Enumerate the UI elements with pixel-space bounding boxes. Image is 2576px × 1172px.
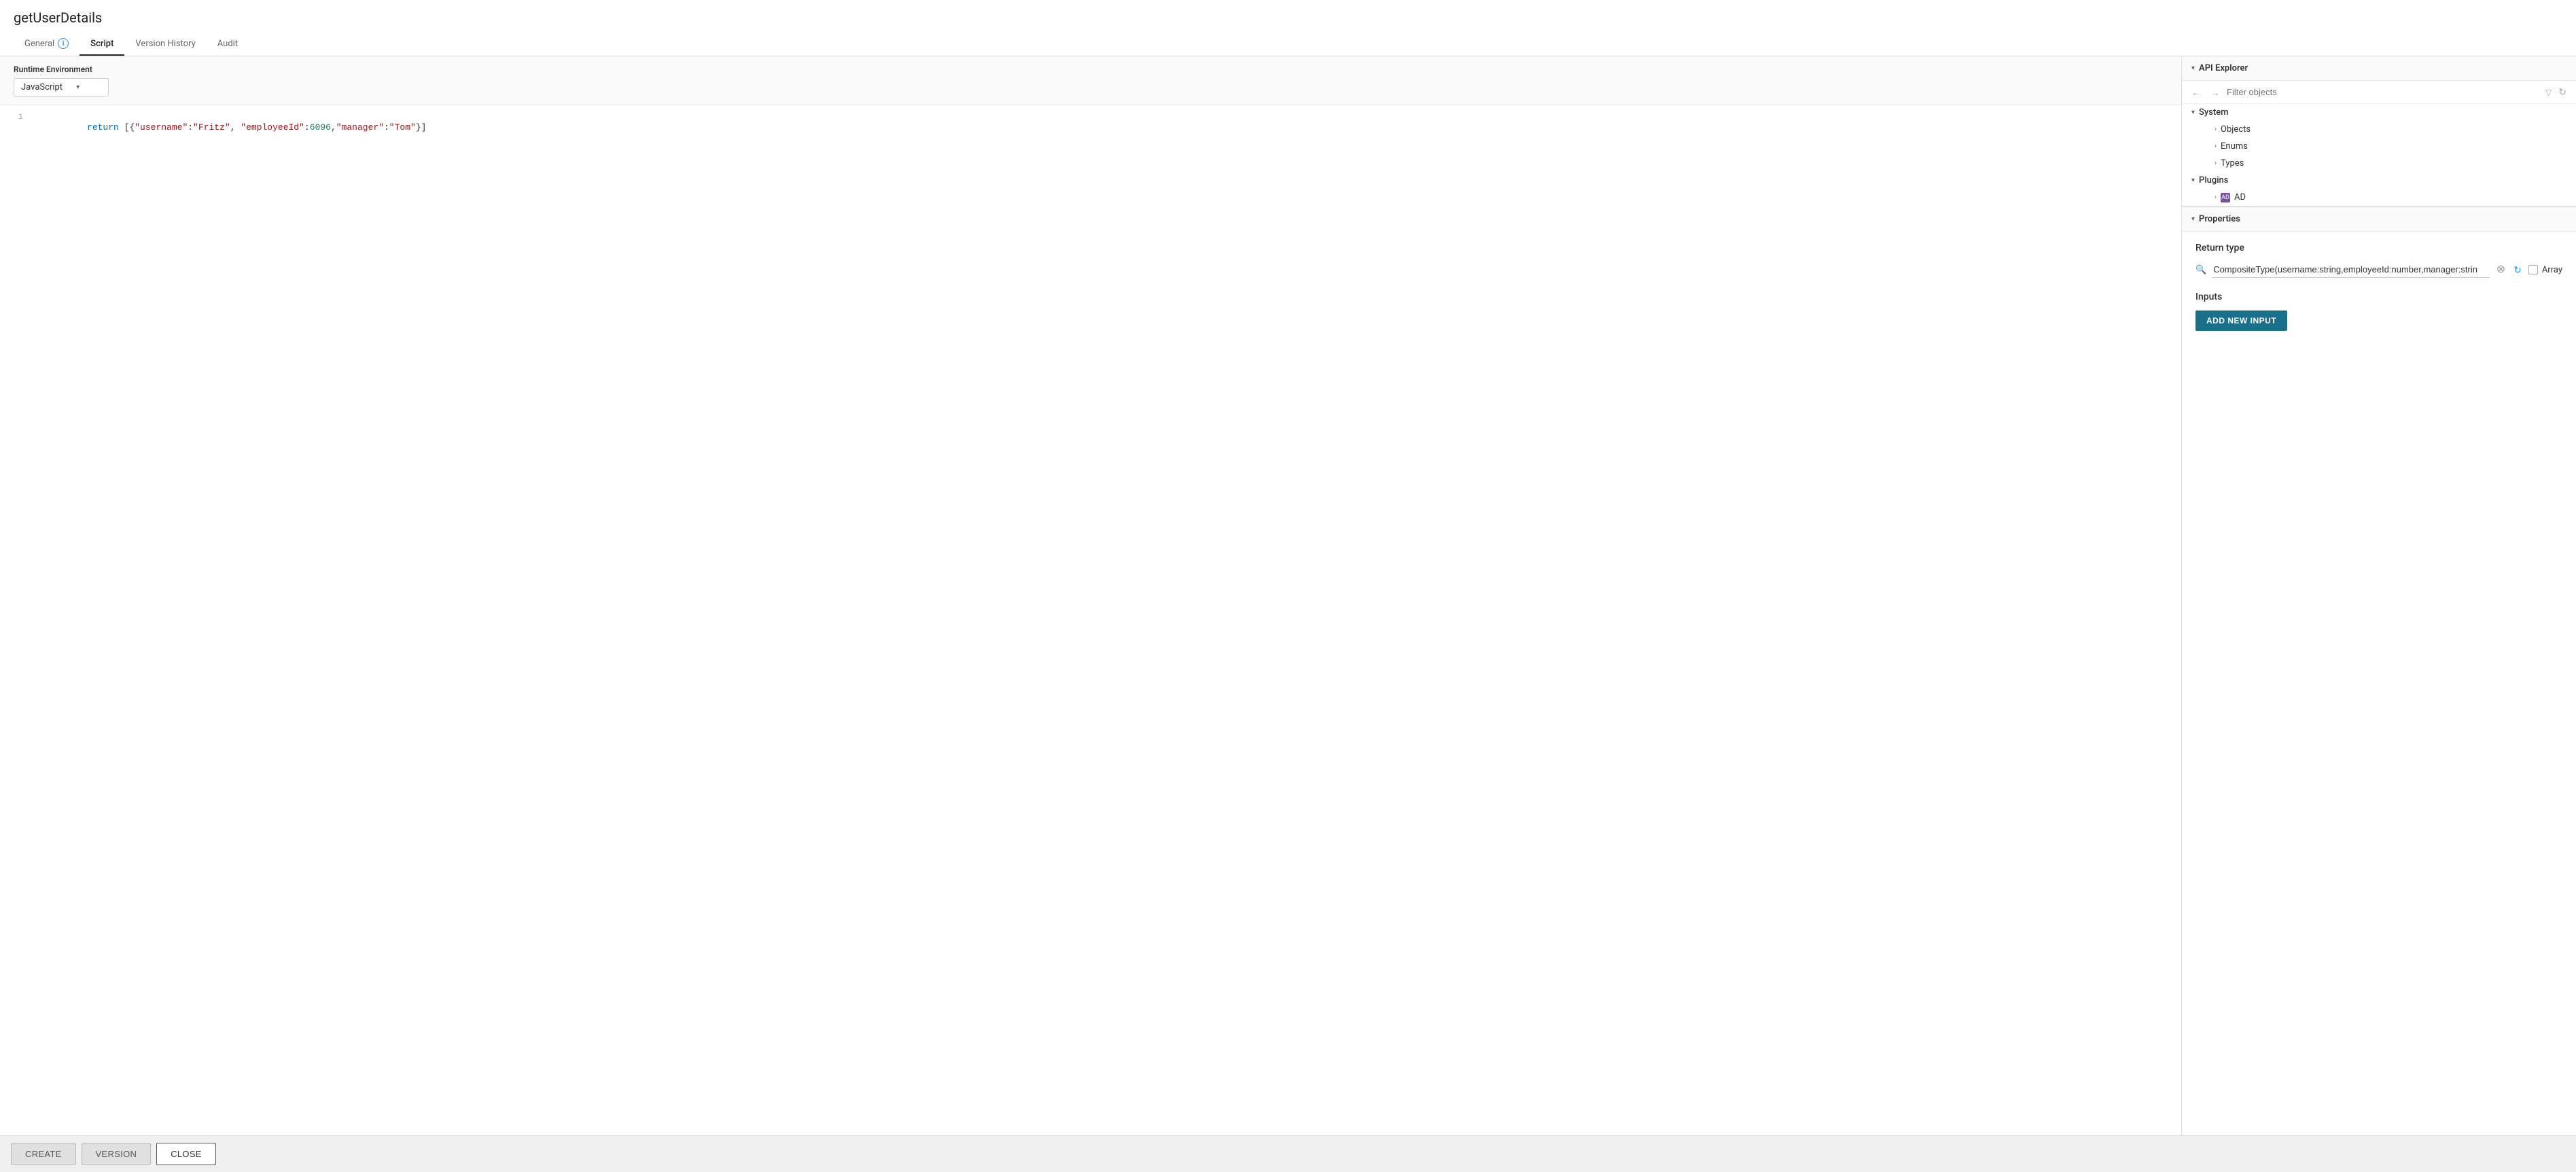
ad-plugin-icon: AD [2221, 193, 2230, 202]
tree-item-enums[interactable]: › Enums [2182, 138, 2576, 155]
tab-audit-label: Audit [217, 39, 238, 49]
tree-item-types[interactable]: › Types [2182, 155, 2576, 172]
return-type-label: Return type [2195, 243, 2562, 253]
code-editor[interactable]: 1 return [{"username":"Fritz", "employee… [0, 105, 2181, 1135]
tree-label-plugins: Plugins [2199, 175, 2228, 185]
api-explorer-header[interactable]: ▾ API Explorer [2182, 56, 2576, 81]
properties-panel: ▾ Properties Return type 🔍 ⊗ ↻ Array [2182, 207, 2576, 1135]
tree-item-ad[interactable]: › AD AD [2182, 189, 2576, 206]
array-label: Array [2542, 265, 2562, 275]
array-checkbox[interactable] [2528, 265, 2538, 274]
filter-input[interactable] [2227, 87, 2541, 97]
page-header: getUserDetails General i Script Version … [0, 0, 2576, 56]
properties-title: Properties [2199, 214, 2566, 224]
tabs-bar: General i Script Version History Audit [14, 33, 2562, 56]
tree-label-enums: Enums [2221, 141, 2248, 152]
tree-label-types: Types [2221, 158, 2244, 168]
runtime-section: Runtime Environment JavaScript ▾ [0, 56, 2181, 105]
runtime-label: Runtime Environment [14, 65, 2168, 74]
array-checkbox-row: Array [2528, 265, 2562, 275]
tree-container[interactable]: ▾ System › Objects › Enums › Types ▾ [2182, 104, 2576, 206]
version-button[interactable]: VERSION [82, 1143, 152, 1165]
search-icon: 🔍 [2195, 265, 2206, 275]
code-line-1: 1 return [{"username":"Fritz", "employee… [0, 112, 2181, 143]
expand-icon-types: › [2215, 160, 2217, 167]
tab-general[interactable]: General i [14, 33, 80, 56]
dropdown-arrow-icon: ▾ [76, 84, 80, 91]
return-type-input[interactable] [2212, 262, 2490, 278]
runtime-select-row: JavaScript ▾ [14, 78, 2168, 96]
tree-item-plugins[interactable]: ▾ Plugins [2182, 172, 2576, 189]
right-panel: ▾ API Explorer ← → ▽ ↻ ▾ System › [2182, 56, 2576, 1135]
inputs-section: Inputs ADD NEW INPUT [2195, 291, 2562, 331]
create-button[interactable]: CREATE [11, 1143, 76, 1165]
api-toolbar: ← → ▽ ↻ [2182, 81, 2576, 104]
footer: CREATE VERSION CLOSE [0, 1135, 2576, 1172]
tree-item-system[interactable]: ▾ System [2182, 104, 2576, 121]
api-explorer-title: API Explorer [2199, 63, 2566, 73]
expand-icon: ▾ [2191, 109, 2195, 116]
clear-return-type-button[interactable]: ⊗ [2495, 264, 2507, 275]
back-nav-button[interactable]: ← [2189, 86, 2204, 99]
reload-return-type-button[interactable]: ↻ [2512, 264, 2523, 276]
api-explorer: ▾ API Explorer ← → ▽ ↻ ▾ System › [2182, 56, 2576, 207]
editor-panel: Runtime Environment JavaScript ▾ 1 retur… [0, 56, 2182, 1135]
api-explorer-chevron-icon: ▾ [2191, 65, 2195, 72]
filter-icon: ▽ [2545, 88, 2552, 97]
properties-content: Return type 🔍 ⊗ ↻ Array Inputs ADD NEW I… [2182, 232, 2576, 342]
tree-label-system: System [2199, 107, 2229, 118]
close-button[interactable]: CLOSE [156, 1143, 216, 1165]
tab-version-history[interactable]: Version History [124, 33, 206, 56]
tree-label-objects: Objects [2221, 124, 2251, 135]
runtime-value: JavaScript [21, 82, 63, 92]
tab-version-history-label: Version History [135, 39, 195, 49]
expand-icon-ad: › [2215, 194, 2217, 201]
info-icon: i [58, 38, 69, 49]
properties-chevron-icon: ▾ [2191, 215, 2195, 223]
tab-script-label: Script [90, 39, 113, 49]
page-title: getUserDetails [14, 10, 2562, 26]
main-content: Runtime Environment JavaScript ▾ 1 retur… [0, 56, 2576, 1135]
add-new-input-button[interactable]: ADD NEW INPUT [2195, 310, 2287, 331]
properties-header[interactable]: ▾ Properties [2182, 207, 2576, 232]
tab-general-label: General [24, 39, 54, 49]
tree-item-objects[interactable]: › Objects [2182, 121, 2576, 138]
tab-audit[interactable]: Audit [207, 33, 249, 56]
return-type-row: 🔍 ⊗ ↻ Array [2195, 262, 2562, 278]
line-content-1: return [{"username":"Fritz", "employeeId… [34, 112, 2181, 143]
refresh-button[interactable]: ↻ [2556, 85, 2569, 99]
expand-icon-plugins: ▾ [2191, 177, 2195, 184]
expand-icon-objects: › [2215, 126, 2217, 133]
expand-icon-enums: › [2215, 143, 2217, 150]
tree-label-ad: AD [2234, 192, 2246, 202]
inputs-title: Inputs [2195, 291, 2562, 302]
line-number-1: 1 [0, 112, 34, 122]
runtime-dropdown[interactable]: JavaScript ▾ [14, 78, 109, 96]
forward-nav-button[interactable]: → [2208, 86, 2223, 99]
tab-script[interactable]: Script [80, 33, 124, 56]
